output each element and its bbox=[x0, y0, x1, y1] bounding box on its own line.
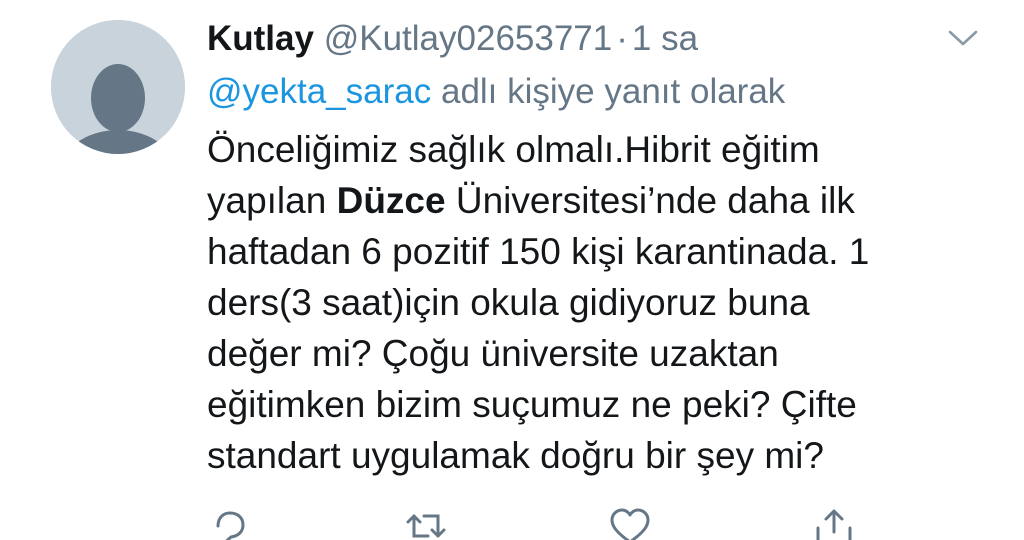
timestamp[interactable]: 1 sa bbox=[632, 19, 698, 58]
tweet-card[interactable]: Kutlay @Kutlay02653771 · 1 sa @yekta_sarac… bbox=[0, 0, 1024, 540]
reply-button[interactable] bbox=[208, 506, 252, 540]
default-profile-avatar-icon bbox=[51, 20, 185, 154]
retweet-button[interactable] bbox=[404, 506, 448, 540]
tweet-text-line: ders(3 saat)için okula gidiyoruz buna bbox=[207, 282, 810, 323]
heart-icon bbox=[610, 508, 650, 540]
tweet-text-segment: Üniversitesi’nde daha ilk bbox=[445, 180, 855, 221]
tweet-text-segment: yapılan bbox=[207, 180, 337, 221]
separator-dot: · bbox=[616, 19, 628, 58]
user-handle[interactable]: @Kutlay02653771 bbox=[324, 19, 613, 58]
tweet-text-line: değer mi? Çoğu üniversite uzaktan bbox=[207, 333, 779, 374]
chevron-down-icon[interactable] bbox=[946, 26, 980, 50]
reply-icon bbox=[216, 511, 245, 540]
avatar[interactable] bbox=[51, 20, 185, 154]
reply-context-text: adlı kişiye yanıt olarak bbox=[431, 72, 786, 111]
tweet-text-line: haftadan 6 pozitif 150 kişi karantinada.… bbox=[207, 231, 870, 272]
tweet-text-line: standart uygulamak doğru bir şey mi? bbox=[207, 435, 824, 476]
reply-mention-link[interactable]: @yekta_sarac bbox=[207, 72, 431, 111]
tweet-text-line: eğitimken bizim suçumuz ne peki? Çifte bbox=[207, 384, 857, 425]
share-icon bbox=[816, 509, 852, 540]
share-button[interactable] bbox=[812, 506, 856, 540]
reply-context: @yekta_sarac adlı kişiye yanıt olarak bbox=[207, 71, 987, 113]
tweet-header: Kutlay @Kutlay02653771 · 1 sa bbox=[207, 18, 987, 60]
like-button[interactable] bbox=[608, 506, 652, 540]
tweet-text-line: yapılan Düzce Üniversitesi’nde daha ilk bbox=[207, 175, 947, 226]
tweet-text: Önceliğimiz sağlık olmalı.Hibrit eğitim … bbox=[207, 124, 947, 481]
display-name[interactable]: Kutlay bbox=[207, 19, 314, 58]
tweet-text-line: Önceliğimiz sağlık olmalı.Hibrit eğitim bbox=[207, 129, 820, 170]
retweet-icon bbox=[406, 514, 446, 538]
tweet-text-highlight: Düzce bbox=[336, 180, 446, 221]
tweet-actions bbox=[0, 506, 1024, 540]
tweet-content: Kutlay @Kutlay02653771 · 1 sa @yekta_sarac… bbox=[207, 18, 987, 481]
